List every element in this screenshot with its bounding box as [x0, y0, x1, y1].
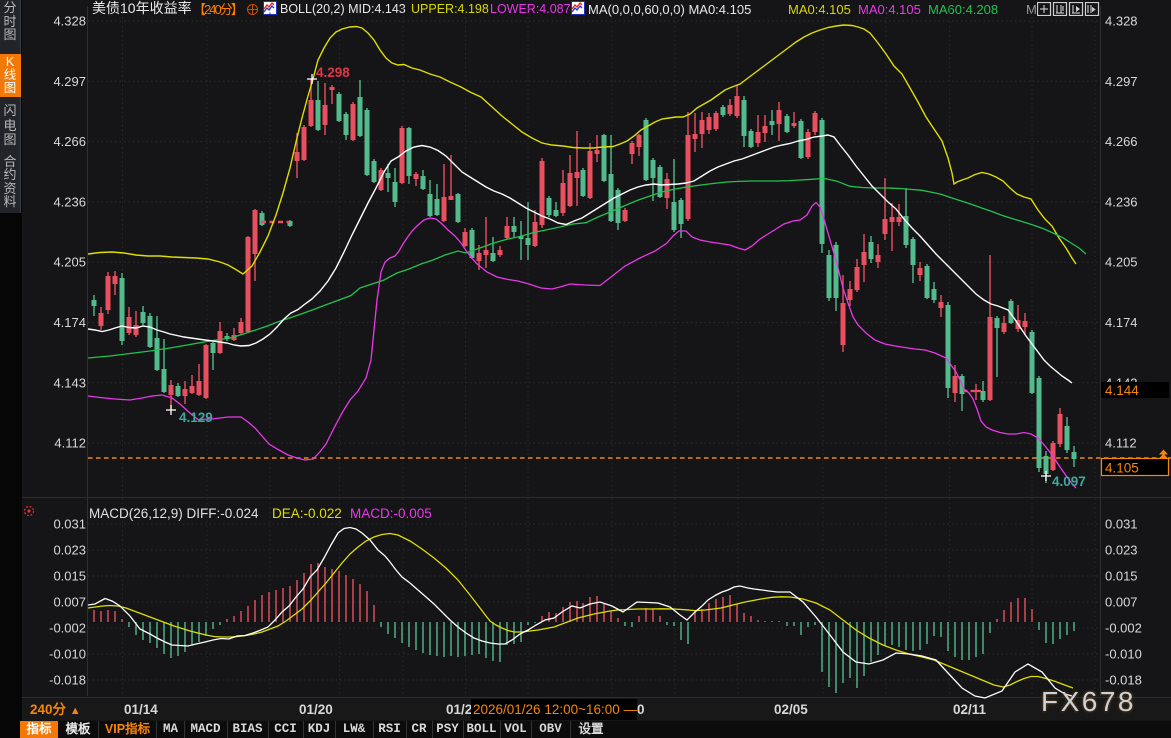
svg-text:4.129: 4.129 [179, 410, 213, 425]
svg-text:4.266: 4.266 [1105, 134, 1138, 149]
svg-text:MACD:-0.005: MACD:-0.005 [350, 506, 432, 521]
svg-text:0.031: 0.031 [53, 517, 86, 532]
svg-text:4.236: 4.236 [53, 194, 86, 209]
svg-text:4.328: 4.328 [53, 14, 86, 29]
svg-text:4.205: 4.205 [53, 255, 86, 270]
svg-text:0.007: 0.007 [1105, 595, 1138, 610]
svg-text:4.236: 4.236 [1105, 194, 1138, 209]
svg-text:4.112: 4.112 [1105, 436, 1137, 451]
svg-text:4.144: 4.144 [1105, 383, 1139, 398]
svg-text:4.205: 4.205 [1105, 255, 1138, 270]
svg-text:0.023: 0.023 [1105, 543, 1138, 558]
svg-text:4.266: 4.266 [53, 134, 86, 149]
svg-text:4.174: 4.174 [53, 315, 86, 330]
svg-text:-0.010: -0.010 [49, 647, 86, 662]
svg-text:4.297: 4.297 [53, 74, 86, 89]
svg-text:-0.002: -0.002 [49, 621, 86, 636]
svg-text:4.328: 4.328 [1105, 14, 1138, 29]
svg-text:0.015: 0.015 [1105, 569, 1138, 584]
svg-text:4.105: 4.105 [1105, 461, 1139, 476]
svg-text:MACD(26,12,9) DIFF:-0.024: MACD(26,12,9) DIFF:-0.024 [89, 506, 259, 521]
svg-text:DEA:-0.022: DEA:-0.022 [272, 506, 342, 521]
svg-text:4.298: 4.298 [316, 65, 350, 80]
svg-text:4.097: 4.097 [1052, 474, 1086, 489]
svg-text:0.031: 0.031 [1105, 517, 1138, 532]
svg-text:4.143: 4.143 [53, 375, 86, 390]
svg-text:0.015: 0.015 [53, 569, 86, 584]
svg-text:-0.002: -0.002 [1105, 621, 1142, 636]
svg-text:4.297: 4.297 [1105, 74, 1138, 89]
svg-text:4.112: 4.112 [54, 436, 86, 451]
svg-text:4.174: 4.174 [1105, 315, 1138, 330]
svg-text:0.007: 0.007 [53, 595, 86, 610]
svg-text:-0.010: -0.010 [1105, 647, 1142, 662]
svg-text:-0.018: -0.018 [49, 673, 86, 688]
svg-text:0.023: 0.023 [53, 543, 86, 558]
